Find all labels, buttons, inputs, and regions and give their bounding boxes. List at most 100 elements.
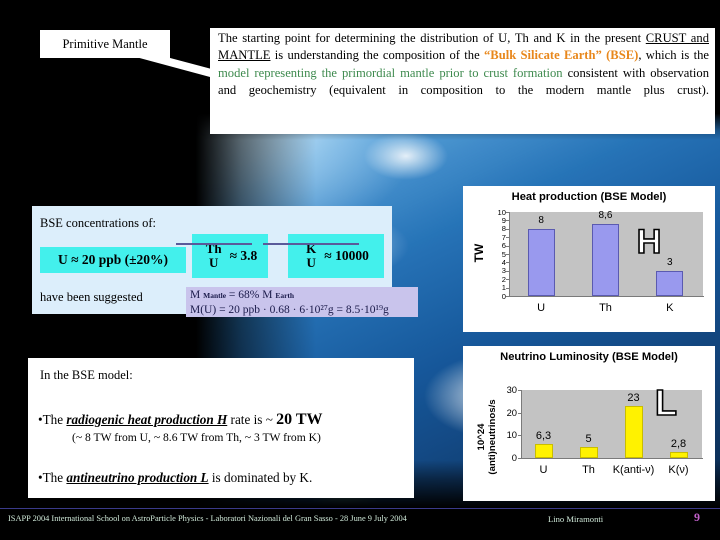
- y-tick-label: 1: [501, 283, 506, 293]
- heat-rate-value: 20 TW: [276, 411, 323, 428]
- have-been-suggested-label: have been suggested: [40, 290, 143, 304]
- y-tick-mark: [506, 279, 509, 281]
- y-tick-label: 0: [511, 452, 517, 463]
- in-bse-model-label: In the BSE model:: [40, 368, 133, 382]
- heat-production-bullet: •The radiogenic heat production H rate i…: [38, 411, 404, 429]
- u-denominator: U: [306, 255, 316, 270]
- bse-description-box: The starting point for determining the d…: [210, 28, 715, 134]
- bse-description-text: The starting point for determining the d…: [218, 30, 709, 100]
- bullet1-middle: rate is ~: [227, 412, 277, 427]
- bar-value-label: 6,3: [535, 429, 552, 442]
- heat-chart-x-axis: [509, 296, 704, 297]
- y-tick-label: 8: [501, 224, 506, 234]
- bullet2-suffix: is dominated by K.: [208, 470, 313, 485]
- k-over-u-ratio-box: K U ≈ 10000: [263, 234, 384, 278]
- radiogenic-heat-production-term: radiogenic heat production H: [66, 412, 228, 427]
- neutrino-chart-x-axis: [521, 458, 703, 459]
- y-tick-mark: [506, 237, 509, 239]
- th-u-fraction: Th U: [175, 242, 252, 270]
- heat-chart-ylabel: TW: [472, 243, 486, 263]
- y-tick-mark: [506, 220, 509, 222]
- primitive-mantle-label: Primitive Mantle: [62, 36, 148, 51]
- y-tick-label: 4: [501, 257, 506, 267]
- bar-value-label: 8,6: [598, 209, 613, 221]
- bar-value-label: 5: [585, 432, 592, 445]
- y-tick-label: 3: [501, 266, 506, 276]
- y-tick-label: 7: [501, 232, 506, 242]
- footer-author: Lino Miramonti: [548, 514, 604, 524]
- letter-h-glyph: H: [636, 222, 662, 262]
- mantle-subscript: Mantle: [203, 291, 227, 300]
- primitive-mantle-callout: Primitive Mantle: [40, 30, 170, 58]
- y-tick-mark: [506, 245, 509, 247]
- heat-overlay-letter-H: H: [634, 222, 664, 265]
- th-u-value: ≈ 3.8: [229, 248, 258, 263]
- svg-text:H: H: [637, 223, 662, 260]
- concentrations-title: BSE concentrations of:: [40, 216, 156, 230]
- bar-U: [534, 443, 553, 458]
- bullet1-prefix: •The: [38, 412, 67, 427]
- y-tick-mark: [518, 458, 521, 459]
- y-tick-mark: [506, 296, 509, 297]
- neutrino-title-text: Neutrino Luminosity (BSE Model): [500, 351, 678, 363]
- neutrino-overlay-letter-L: L: [652, 381, 680, 427]
- neutrino-ylabel-line1: 10^24 (anti)neutrinos/s: [476, 399, 498, 475]
- letter-l-glyph: L: [654, 381, 678, 424]
- y-tick-label: 0: [501, 291, 506, 301]
- y-tick-label: 2: [501, 274, 506, 284]
- y-tick-label: 9: [501, 215, 506, 225]
- bar-value-label: 2,8: [670, 437, 687, 450]
- footer-divider: [0, 508, 720, 509]
- k-u-fraction: K U: [263, 242, 360, 270]
- bar-U: [527, 228, 555, 296]
- bar-Th: [579, 446, 598, 458]
- y-tick-mark: [506, 254, 509, 255]
- x-tick-label: U: [537, 302, 546, 314]
- bar-K(ν): [669, 451, 688, 458]
- th-over-u-ratio-box: Th U ≈ 3.8: [175, 234, 268, 278]
- neutrino-chart-ylabel: 10^24 (anti)neutrinos/s: [476, 389, 498, 485]
- fraction-bar: [263, 243, 360, 246]
- uranium-mass-formula: M(U) = 20 ppb · 0.68 · 6·10²⁷g = 8.5·10¹…: [190, 304, 389, 316]
- bar-Th: [591, 223, 619, 296]
- earth-subscript: Earth: [275, 291, 295, 300]
- slide-canvas: Primitive Mantle The starting point for …: [0, 0, 720, 540]
- antineutrino-production-bullet: •The antineutrino production L is domina…: [38, 470, 404, 486]
- bar-value-label: 23: [627, 391, 640, 404]
- bar-K: [656, 270, 684, 296]
- bar-K(anti-ν): [624, 405, 643, 458]
- y-tick-label: 5: [501, 249, 506, 259]
- y-tick-label: 10: [497, 207, 506, 217]
- bullet2-prefix: •The: [38, 470, 67, 485]
- footer-conference-info: ISAPP 2004 International School on Astro…: [8, 514, 407, 523]
- bar-value-label: 8: [538, 214, 544, 226]
- mass-mid: = 68% M: [226, 289, 276, 301]
- heat-breakdown-note: (~ 8 TW from U, ~ 8.6 TW from Th, ~ 3 TW…: [72, 431, 321, 444]
- desc-segment-5: , which is the: [638, 48, 709, 63]
- heat-production-chart: Heat production (BSE Model) TW 012345678…: [463, 186, 715, 332]
- y-tick-mark: [506, 270, 509, 272]
- y-tick-mark: [506, 212, 509, 213]
- model-definition-green: model representing the primordial mantle…: [218, 65, 563, 80]
- u-denominator: U: [208, 255, 219, 270]
- desc-segment-1: The starting point for determining the d…: [218, 31, 646, 45]
- y-tick-mark: [506, 262, 509, 264]
- y-tick-label: 20: [506, 406, 517, 418]
- neutrino-chart-title: Neutrino Luminosity (BSE Model): [463, 346, 715, 364]
- x-tick-label: K(ν): [668, 464, 689, 476]
- y-tick-label: 10: [506, 429, 517, 441]
- svg-text:L: L: [655, 382, 677, 422]
- uranium-concentration-highlight: U ≈ 20 ppb (±20%): [40, 247, 186, 273]
- y-tick-mark: [518, 412, 521, 414]
- mass-formula-box: M Mantle = 68% M Earth M(U) = 20 ppb · 0…: [186, 287, 418, 317]
- y-tick-mark: [518, 390, 521, 391]
- y-tick-label: 30: [506, 384, 517, 395]
- fraction-bar: [175, 243, 252, 246]
- slide-page-number: 9: [694, 510, 700, 524]
- bse-model-conclusions-box: In the BSE model: •The radiogenic heat p…: [28, 358, 414, 498]
- y-tick-mark: [506, 287, 509, 289]
- slide-footer: [0, 508, 720, 540]
- mantle-mass-formula: M Mantle = 68% M Earth: [190, 288, 418, 303]
- k-u-value: ≈ 10000: [324, 248, 369, 263]
- desc-segment-3: is understanding the composition of the: [270, 48, 484, 63]
